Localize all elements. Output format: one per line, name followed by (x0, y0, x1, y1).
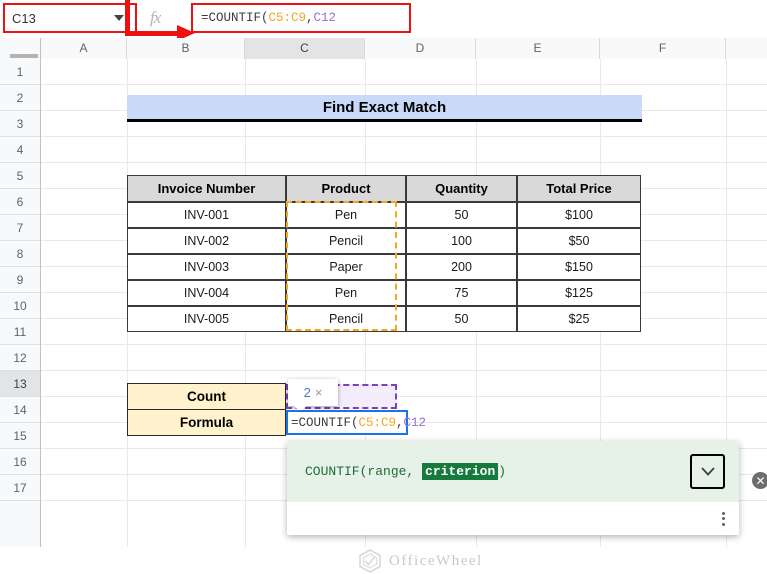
row-header-2[interactable]: 2 (0, 85, 40, 111)
spreadsheet-grid: ABCDEF 1234567891011121314151617 Find Ex… (0, 38, 767, 547)
table-body-cell-r4-c1[interactable]: Pencil (286, 306, 406, 332)
sheet-canvas[interactable]: Find Exact Match Invoice NumberProductQu… (41, 59, 767, 547)
officewheel-watermark: OfficeWheel (357, 548, 483, 574)
table-body-cell-r1-c2[interactable]: 100 (406, 228, 517, 254)
fx-icon: fx (150, 8, 160, 28)
row-header-11[interactable]: 11 (0, 319, 40, 345)
select-all-corner[interactable] (0, 38, 41, 59)
formula-help-tooltip: COUNTIF(range, criterion) (287, 441, 739, 535)
signature-suffix: ) (498, 464, 506, 479)
column-header-c[interactable]: C (245, 38, 365, 59)
table-body-cell-r4-c3[interactable]: $25 (517, 306, 641, 332)
signature-prefix: COUNTIF(range, (305, 464, 422, 479)
formula-signature-text: COUNTIF(range, criterion) (305, 464, 690, 479)
formula-function-token: =COUNTIF( (201, 11, 269, 25)
chevron-down-icon[interactable] (690, 454, 725, 489)
column-header-d[interactable]: D (365, 38, 476, 59)
row-header-5[interactable]: 5 (0, 163, 40, 189)
table-header-cell-2[interactable]: Quantity (406, 175, 517, 202)
row-header-9[interactable]: 9 (0, 267, 40, 293)
column-header-b[interactable]: B (127, 38, 245, 59)
table-body-cell-r2-c3[interactable]: $150 (517, 254, 641, 280)
count-preview-multiplier: × (315, 385, 323, 400)
editor-function-token: =COUNTIF( (291, 416, 359, 430)
row-header-14[interactable]: 14 (0, 397, 40, 423)
cell-title-banner[interactable]: Find Exact Match (127, 95, 642, 122)
formula-signature: COUNTIF(range, criterion) (287, 441, 739, 502)
row-header-3[interactable]: 3 (0, 111, 40, 137)
gridline-horizontal (41, 136, 767, 137)
table-header-cell-0[interactable]: Invoice Number (127, 175, 286, 202)
gridline-horizontal (41, 162, 767, 163)
editor-range-token: C5:C9 (359, 416, 397, 430)
table-body-cell-r3-c3[interactable]: $125 (517, 280, 641, 306)
table-body-cell-r2-c0[interactable]: INV-003 (127, 254, 286, 280)
table-header-cell-1[interactable]: Product (286, 175, 406, 202)
row-header-6[interactable]: 6 (0, 189, 40, 215)
row-header-10[interactable]: 10 (0, 293, 40, 319)
cell-label-formula[interactable]: Formula (127, 409, 286, 436)
formula-criterion-token: C12 (314, 11, 337, 25)
column-header-a[interactable]: A (41, 38, 127, 59)
row-headers: 1234567891011121314151617 (0, 59, 41, 547)
editor-criterion-token: C12 (404, 416, 427, 430)
row-header-13[interactable]: 13 (0, 371, 40, 397)
gridline-horizontal (41, 344, 767, 345)
column-header-e[interactable]: E (476, 38, 600, 59)
table-body-cell-r0-c3[interactable]: $100 (517, 202, 641, 228)
column-header-f[interactable]: F (600, 38, 726, 59)
kebab-menu-icon[interactable] (722, 512, 725, 526)
table-body-cell-r0-c0[interactable]: INV-001 (127, 202, 286, 228)
row-header-16[interactable]: 16 (0, 449, 40, 475)
formula-bar-input[interactable]: =COUNTIF(C5:C9,C12 (193, 5, 409, 31)
annotation-arrow-icon (125, 28, 201, 38)
row-header-8[interactable]: 8 (0, 241, 40, 267)
table-body-cell-r0-c1[interactable]: Pen (286, 202, 406, 228)
table-body-cell-r1-c0[interactable]: INV-002 (127, 228, 286, 254)
table-body-cell-r3-c0[interactable]: INV-004 (127, 280, 286, 306)
gridline-horizontal (41, 84, 767, 85)
name-box[interactable]: C13 (4, 5, 135, 31)
row-header-15[interactable]: 15 (0, 423, 40, 449)
row-header-12[interactable]: 12 (0, 345, 40, 371)
table-body-cell-r3-c1[interactable]: Pen (286, 280, 406, 306)
formula-help-footer (287, 502, 739, 535)
table-body-cell-r2-c2[interactable]: 200 (406, 254, 517, 280)
cell-c13-formula-editor[interactable]: =COUNTIF(C5:C9,C12 (286, 410, 408, 435)
table-body-cell-r4-c0[interactable]: INV-005 (127, 306, 286, 332)
row-header-1[interactable]: 1 (0, 59, 40, 85)
editor-separator-token: , (396, 416, 404, 430)
table-body-cell-r2-c1[interactable]: Paper (286, 254, 406, 280)
formula-toolbar: C13 fx =COUNTIF(C5:C9,C12 (0, 0, 767, 38)
row-header-4[interactable]: 4 (0, 137, 40, 163)
name-box-value: C13 (5, 11, 114, 26)
row-header-17[interactable]: 17 (0, 475, 40, 501)
table-body-cell-r0-c2[interactable]: 50 (406, 202, 517, 228)
formula-range-token: C5:C9 (269, 11, 307, 25)
chevron-down-glyph (701, 467, 715, 476)
close-icon[interactable]: ✕ (752, 472, 767, 489)
table-body-cell-r1-c1[interactable]: Pencil (286, 228, 406, 254)
formula-separator-token: , (306, 11, 314, 25)
table-body-cell-r4-c2[interactable]: 50 (406, 306, 517, 332)
watermark-text: OfficeWheel (389, 553, 483, 570)
officewheel-logo-icon (357, 548, 383, 574)
count-preview-value: 2 (304, 385, 311, 400)
count-preview-tooltip: 2 × (288, 379, 338, 406)
row-header-7[interactable]: 7 (0, 215, 40, 241)
column-headers: ABCDEF (0, 38, 767, 60)
table-body-cell-r1-c3[interactable]: $50 (517, 228, 641, 254)
signature-active-arg: criterion (422, 463, 498, 480)
gridline-horizontal (41, 370, 767, 371)
cell-label-count[interactable]: Count (127, 383, 286, 410)
chevron-down-icon[interactable] (114, 15, 124, 21)
table-header-cell-3[interactable]: Total Price (517, 175, 641, 202)
table-body-cell-r3-c2[interactable]: 75 (406, 280, 517, 306)
